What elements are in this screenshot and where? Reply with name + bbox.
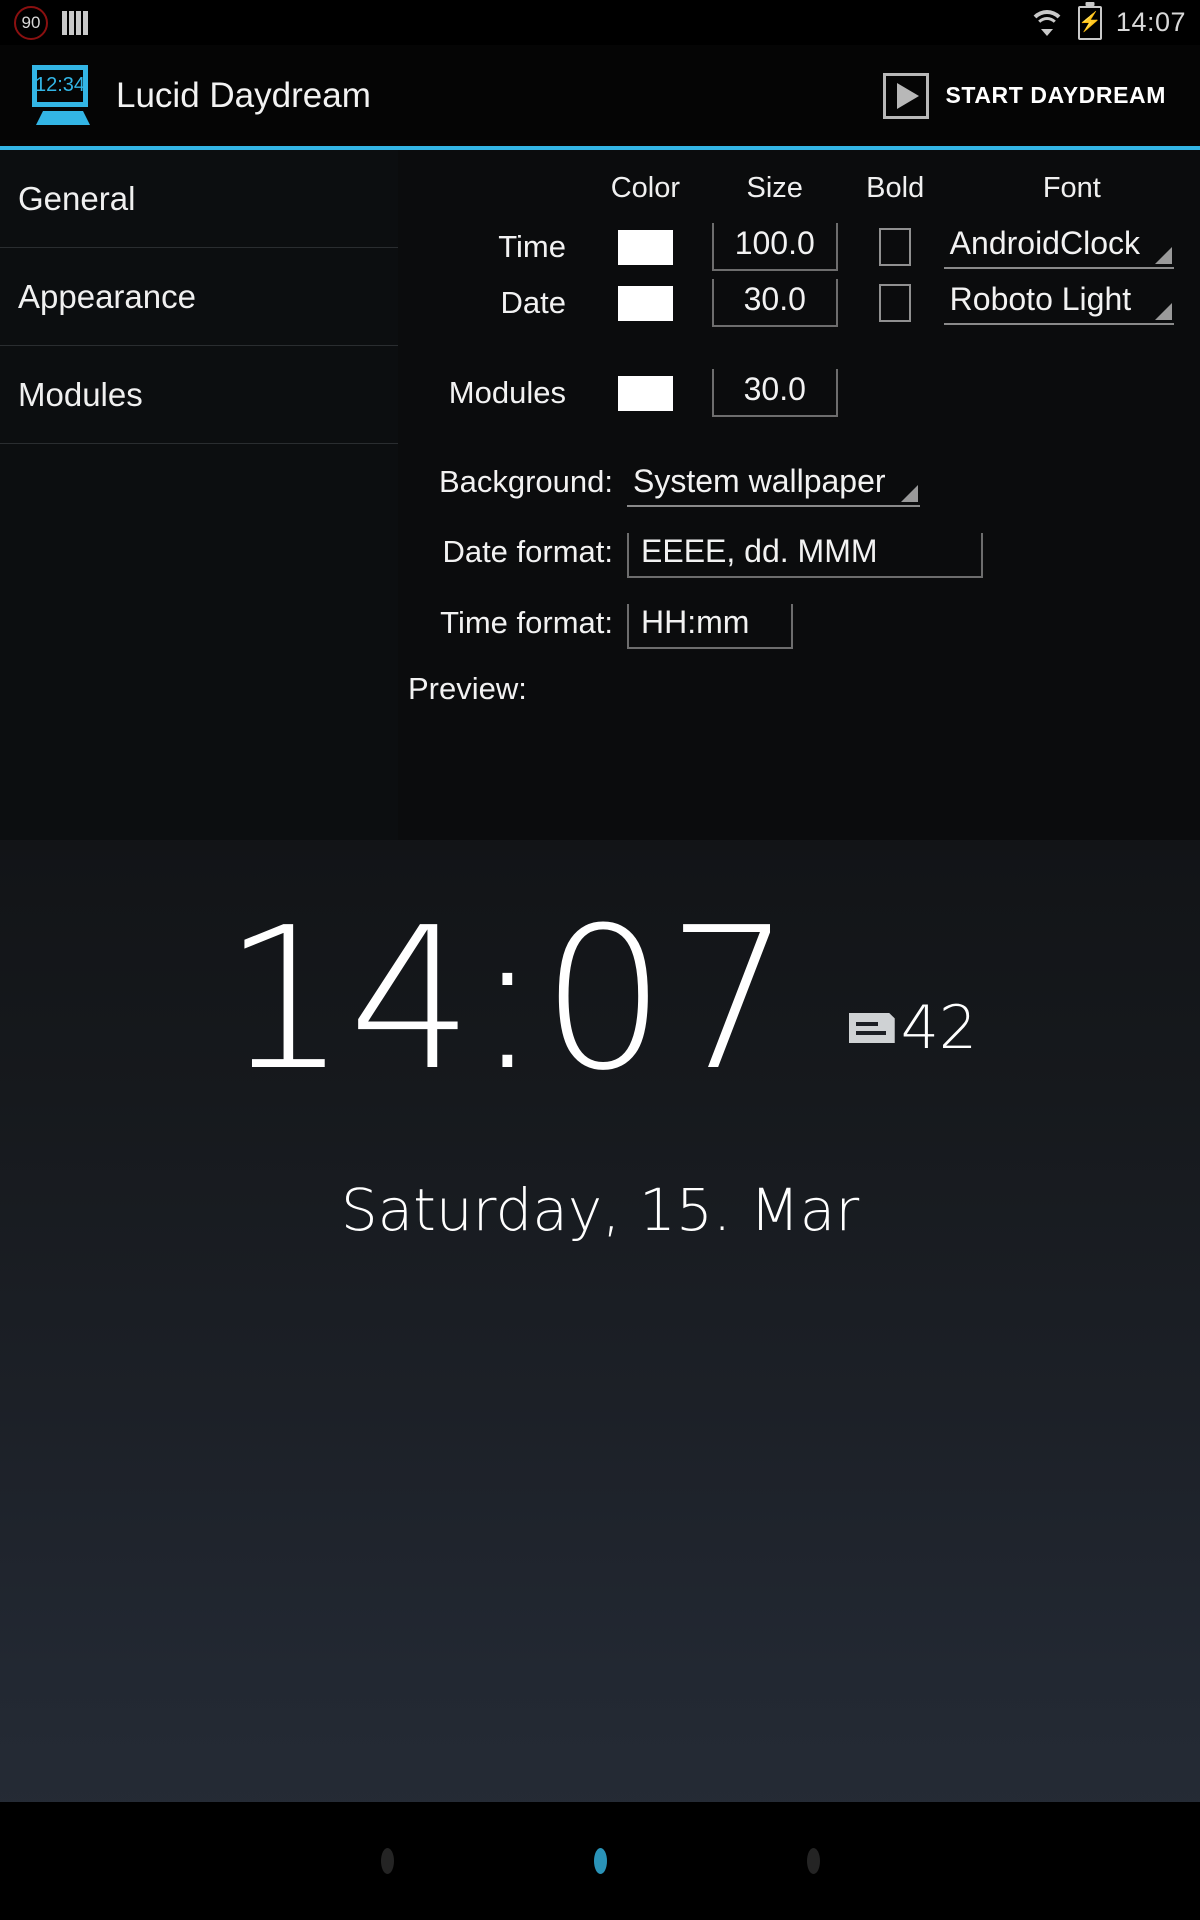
- sidebar-item-label: Modules: [18, 375, 143, 413]
- size-input-time[interactable]: 100.0: [711, 223, 838, 271]
- row-label-modules: Modules: [448, 375, 566, 410]
- color-swatch-modules[interactable]: [617, 375, 673, 411]
- time-format-row: Time format: HH:mm: [398, 604, 1200, 649]
- row-bold-cell-date: [847, 275, 944, 331]
- nav-recents-button[interactable]: [806, 1848, 820, 1874]
- status-bar: 90 ⚡ 14:07: [0, 0, 1200, 45]
- start-daydream-label: START DAYDREAM: [945, 82, 1166, 108]
- speed-limit-icon: 90: [14, 5, 48, 40]
- preview-module-badge: 42: [848, 993, 978, 1063]
- row-color-cell-date: [588, 275, 703, 331]
- play-icon: [883, 72, 930, 119]
- status-bar-clock: 14:07: [1115, 7, 1186, 37]
- message-line-1: [855, 1022, 878, 1026]
- signal-bars-icon: [62, 10, 88, 35]
- row-size-cell-modules: 30.0: [703, 331, 847, 421]
- message-icon: [848, 1013, 895, 1043]
- background-label: Background:: [438, 464, 613, 499]
- action-bar: 12:34 Lucid Daydream START DAYDREAM: [0, 45, 1200, 150]
- preview-module-count: 42: [900, 993, 978, 1063]
- start-daydream-button[interactable]: START DAYDREAM: [883, 72, 1176, 119]
- preview-clock-row: 14:07 42: [0, 840, 1200, 1098]
- bar-4: [83, 10, 88, 35]
- row-color-cell-time: [588, 219, 703, 275]
- wifi-icon: [1027, 9, 1066, 36]
- wifi-dot: [1040, 28, 1053, 36]
- date-format-row: Date format: EEEE, dd. MMM: [398, 533, 1200, 578]
- row-font-cell-modules: [944, 331, 1200, 421]
- table-row: Modules 30.0: [398, 331, 1200, 421]
- play-triangle: [897, 82, 920, 109]
- time-format-label: Time format:: [440, 605, 613, 640]
- appearance-table: Color Size Bold Font Time 100.0 AndroidC…: [398, 162, 1200, 421]
- row-font-cell-time: AndroidClock: [943, 219, 1200, 275]
- color-swatch-date[interactable]: [617, 285, 673, 321]
- color-swatch-time[interactable]: [617, 229, 673, 265]
- date-format-input[interactable]: EEEE, dd. MMM: [627, 533, 983, 578]
- column-header-font: Font: [1042, 172, 1101, 204]
- preview-time: 14:07: [222, 886, 793, 1114]
- font-spinner-time[interactable]: AndroidClock: [943, 225, 1174, 269]
- background-row: Background: System wallpaper: [398, 463, 1200, 507]
- background-spinner[interactable]: System wallpaper: [627, 463, 920, 507]
- row-color-cell-modules: [588, 331, 703, 421]
- column-header-color: Color: [610, 172, 681, 204]
- bar-1: [62, 10, 67, 35]
- preview-date: Saturday, 15. Mar: [340, 1176, 860, 1244]
- bar-2: [69, 10, 74, 35]
- sidebar-item-modules[interactable]: Modules: [0, 346, 398, 444]
- status-bar-right: ⚡ 14:07: [1027, 5, 1186, 40]
- font-spinner-date[interactable]: Roboto Light: [943, 281, 1174, 325]
- bar-3: [76, 10, 81, 35]
- size-input-date[interactable]: 30.0: [711, 279, 838, 327]
- row-label-date: Date: [500, 285, 566, 320]
- app-logo-stand: [36, 110, 90, 125]
- sidebar-item-general[interactable]: General: [0, 150, 398, 248]
- row-bold-cell-time: [847, 219, 944, 275]
- nav-home-button[interactable]: [593, 1848, 607, 1874]
- app-logo-screen: 12:34: [32, 64, 88, 107]
- status-bar-left: 90: [14, 5, 88, 40]
- table-header-row: Color Size Bold Font: [398, 162, 1200, 219]
- row-bold-cell-modules: [847, 331, 944, 421]
- app-logo-time: 12:34: [34, 74, 86, 96]
- column-header-size: Size: [746, 172, 803, 204]
- row-size-cell-date: 30.0: [703, 275, 847, 331]
- row-label-time: Time: [498, 229, 566, 264]
- message-line-2: [855, 1031, 886, 1035]
- sidebar-item-label: General: [18, 179, 136, 217]
- table-row: Time 100.0 AndroidClock: [398, 219, 1200, 275]
- app-logo-icon: 12:34: [24, 63, 102, 129]
- time-format-input[interactable]: HH:mm: [627, 604, 793, 649]
- table-row: Date 30.0 Roboto Light: [398, 275, 1200, 331]
- size-input-modules[interactable]: 30.0: [711, 369, 838, 417]
- header-spacer: [398, 162, 588, 219]
- charging-bolt-icon: ⚡: [1078, 12, 1102, 33]
- table-head: Color Size Bold Font: [398, 162, 1200, 219]
- preview-label: Preview:: [408, 671, 527, 706]
- speed-limit-value: 90: [21, 13, 41, 32]
- row-font-cell-date: Roboto Light: [943, 275, 1200, 331]
- system-nav-bar: [0, 1802, 1200, 1920]
- nav-back-button[interactable]: [380, 1848, 394, 1874]
- date-format-label: Date format:: [442, 534, 613, 569]
- column-header-bold: Bold: [866, 172, 925, 204]
- app-title: Lucid Daydream: [116, 75, 371, 115]
- row-size-cell-time: 100.0: [703, 219, 847, 275]
- table-body: Time 100.0 AndroidClock Date 30.0 Roboto…: [398, 219, 1200, 421]
- battery-charging-icon: ⚡: [1077, 5, 1102, 40]
- sidebar-item-label: Appearance: [18, 277, 196, 315]
- bold-checkbox-date[interactable]: [879, 284, 912, 322]
- sidebar-item-appearance[interactable]: Appearance: [0, 248, 398, 346]
- daydream-preview: 14:07 42 Saturday, 15. Mar: [0, 840, 1200, 1860]
- bold-checkbox-time[interactable]: [879, 228, 912, 266]
